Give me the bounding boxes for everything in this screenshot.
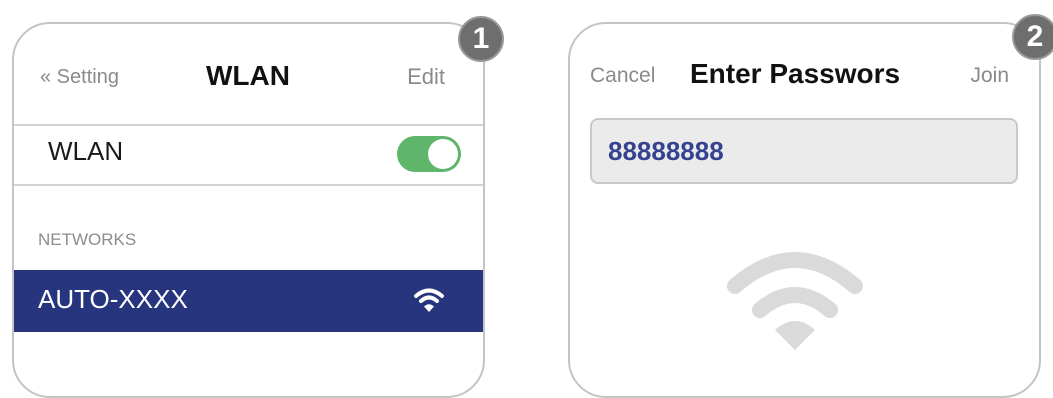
wlan-label: WLAN bbox=[48, 136, 124, 166]
wifi-icon bbox=[414, 288, 444, 312]
wlan-toggle[interactable] bbox=[397, 136, 461, 172]
back-button[interactable]: « Setting bbox=[40, 66, 119, 89]
step-1-badge: 1 bbox=[458, 16, 504, 62]
password-input[interactable] bbox=[590, 118, 1018, 184]
wlan-settings-panel: « Setting WLAN Edit WLAN NETWORKS AUTO-X… bbox=[12, 22, 485, 398]
network-row[interactable]: AUTO-XXXX bbox=[14, 270, 483, 332]
networks-section-header: NETWORKS bbox=[38, 230, 137, 249]
nav-bar: Cancel Enter Passwors Join bbox=[570, 24, 1039, 124]
toggle-knob bbox=[428, 139, 458, 169]
step-2-badge: 2 bbox=[1012, 14, 1053, 60]
divider bbox=[14, 124, 483, 126]
cancel-button[interactable]: Cancel bbox=[590, 64, 655, 88]
page-title: WLAN bbox=[206, 60, 290, 91]
edit-button[interactable]: Edit bbox=[407, 64, 445, 90]
password-panel: Cancel Enter Passwors Join bbox=[568, 22, 1041, 398]
network-name: AUTO-XXXX bbox=[38, 284, 188, 314]
nav-bar: « Setting WLAN Edit bbox=[14, 24, 483, 124]
page-title: Enter Passwors bbox=[690, 58, 901, 89]
join-button[interactable]: Join bbox=[970, 64, 1009, 88]
wifi-icon bbox=[727, 252, 863, 350]
divider bbox=[14, 184, 483, 186]
